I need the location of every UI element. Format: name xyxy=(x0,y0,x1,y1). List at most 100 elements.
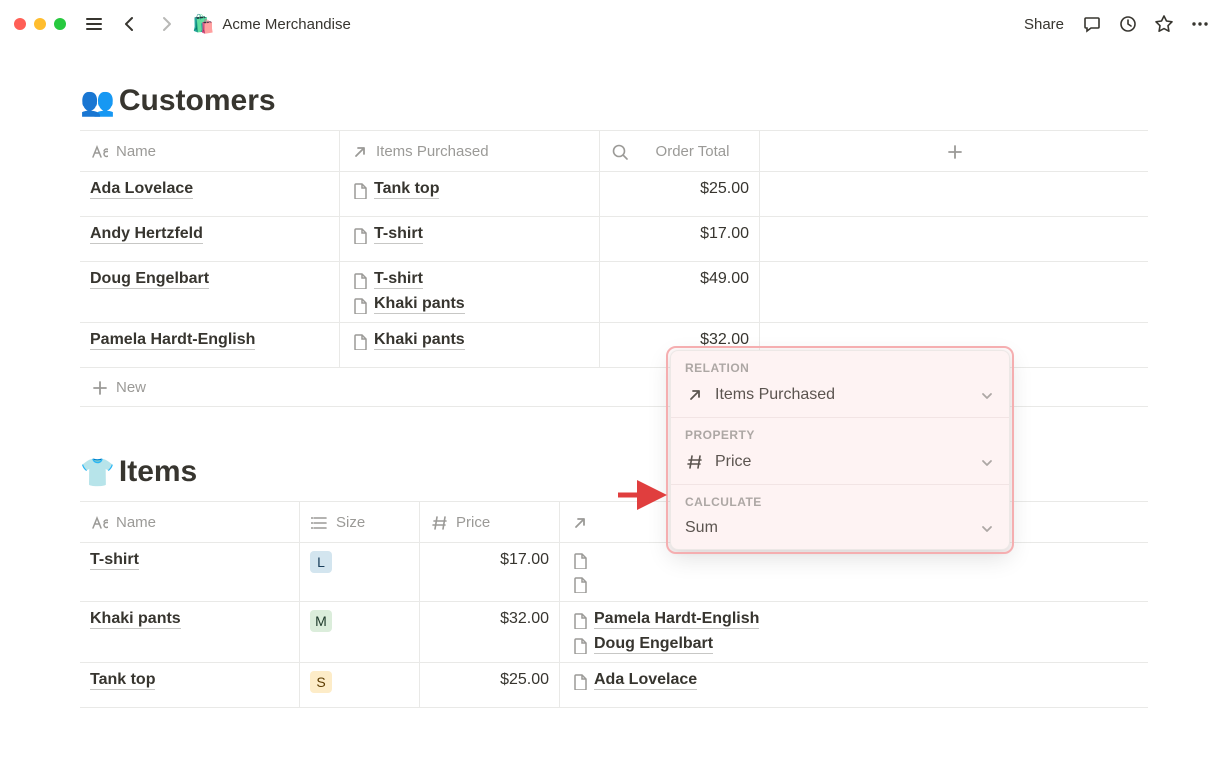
cell-items-purchased[interactable]: T-shirt Khaki pants xyxy=(340,262,600,322)
order-total-value: $25.00 xyxy=(700,180,749,198)
cell-buyers[interactable]: Ada Lovelace xyxy=(560,663,1148,707)
nav-forward-button[interactable] xyxy=(152,10,180,38)
cell-items-purchased[interactable]: T-shirt xyxy=(340,217,600,261)
plus-icon xyxy=(90,378,108,396)
callout-arrow-icon xyxy=(614,480,670,510)
table-row[interactable]: Ada Lovelace Tank top $25.00 xyxy=(80,172,1148,217)
customer-name: Pamela Hardt-English xyxy=(90,331,255,350)
col-header-order-total[interactable]: Order Total xyxy=(600,131,760,171)
table-row[interactable]: Doug Engelbart T-shirt Khaki pants $49.00 xyxy=(80,262,1148,323)
cell-name[interactable]: Andy Hertzfeld xyxy=(80,217,340,261)
order-total-value: $49.00 xyxy=(700,270,749,288)
relation-property-icon xyxy=(685,385,705,405)
sidebar-toggle-button[interactable] xyxy=(80,10,108,38)
cell-price[interactable]: $32.00 xyxy=(420,602,560,662)
page-icon xyxy=(350,271,368,289)
cell-name[interactable]: Pamela Hardt-English xyxy=(80,323,340,367)
items-title: Items xyxy=(119,455,197,489)
more-options-button[interactable] xyxy=(1186,10,1214,38)
page-reference[interactable]: Tank top xyxy=(350,180,439,199)
cell-name[interactable]: Ada Lovelace xyxy=(80,172,340,216)
cell-price[interactable]: $25.00 xyxy=(420,663,560,707)
cell-items-purchased[interactable]: Khaki pants xyxy=(340,323,600,367)
page-icon xyxy=(570,611,588,629)
maximize-window-button[interactable] xyxy=(54,18,66,30)
cell-name[interactable]: Tank top xyxy=(80,663,300,707)
number-property-icon xyxy=(685,452,705,472)
popover-property-label: PROPERTY xyxy=(685,428,995,442)
order-total-value: $17.00 xyxy=(700,225,749,243)
customers-icon: 👥 xyxy=(80,85,115,118)
cell-size[interactable]: M xyxy=(300,602,420,662)
items-icon: 👕 xyxy=(80,456,115,489)
cell-buyers[interactable]: Pamela Hardt-English Doug Engelbart xyxy=(560,602,1148,662)
col-header-items-purchased[interactable]: Items Purchased xyxy=(340,131,600,171)
page-reference[interactable] xyxy=(570,575,594,593)
page-reference[interactable] xyxy=(570,551,594,569)
item-name: Tank top xyxy=(90,671,155,690)
popover-calculate-select[interactable]: Sum xyxy=(685,515,995,541)
customer-name: Ada Lovelace xyxy=(90,180,193,199)
nav-back-button[interactable] xyxy=(116,10,144,38)
page-icon: 🛍️ xyxy=(192,14,214,35)
popover-relation-label: RELATION xyxy=(685,361,995,375)
col-header-name[interactable]: Name xyxy=(80,131,340,171)
order-total-value: $32.00 xyxy=(700,331,749,349)
size-tag: S xyxy=(310,671,332,693)
favorite-button[interactable] xyxy=(1150,10,1178,38)
customers-heading: 👥 Customers xyxy=(80,84,1148,118)
breadcrumb[interactable]: 🛍️ Acme Merchandise xyxy=(192,14,351,35)
page-reference[interactable]: Ada Lovelace xyxy=(570,671,697,690)
page-reference[interactable]: T-shirt xyxy=(350,270,465,289)
page-reference[interactable]: Khaki pants xyxy=(350,295,465,314)
cell-items-purchased[interactable]: Tank top xyxy=(340,172,600,216)
page-reference[interactable]: Doug Engelbart xyxy=(570,635,759,654)
close-window-button[interactable] xyxy=(14,18,26,30)
page-reference[interactable]: Khaki pants xyxy=(350,331,465,350)
col-header-price[interactable]: Price xyxy=(420,502,560,542)
customer-name: Doug Engelbart xyxy=(90,270,209,289)
cell-order-total[interactable]: $17.00 xyxy=(600,217,760,261)
chevron-down-icon xyxy=(977,453,995,471)
text-property-icon xyxy=(90,513,108,531)
col-header-size[interactable]: Size xyxy=(300,502,420,542)
table-row[interactable]: Tank top S $25.00 Ada Lovelace xyxy=(80,663,1148,708)
cell-order-total[interactable]: $25.00 xyxy=(600,172,760,216)
cell-empty xyxy=(760,217,1148,261)
page-icon xyxy=(570,551,588,569)
popover-calculate-label: CALCULATE xyxy=(685,495,995,509)
table-row[interactable]: T-shirt L$17.00 xyxy=(80,543,1148,602)
cell-order-total[interactable]: $49.00 xyxy=(600,262,760,322)
number-property-icon xyxy=(430,513,448,531)
cell-name[interactable]: Doug Engelbart xyxy=(80,262,340,322)
item-name: T-shirt xyxy=(90,551,139,570)
cell-name[interactable]: Khaki pants xyxy=(80,602,300,662)
popover-property-select[interactable]: Price xyxy=(685,448,995,476)
add-column-button[interactable] xyxy=(760,131,1148,171)
page-reference[interactable]: T-shirt xyxy=(350,225,423,244)
comments-button[interactable] xyxy=(1078,10,1106,38)
relation-property-icon xyxy=(350,142,368,160)
page-title: Acme Merchandise xyxy=(222,16,350,33)
select-property-icon xyxy=(310,513,328,531)
table-row[interactable]: Andy Hertzfeld T-shirt $17.00 xyxy=(80,217,1148,262)
popover-relation-select[interactable]: Items Purchased xyxy=(685,381,995,409)
cell-size[interactable]: L xyxy=(300,543,420,601)
page-icon xyxy=(570,575,588,593)
cell-buyers[interactable] xyxy=(560,543,1148,601)
updates-button[interactable] xyxy=(1114,10,1142,38)
cell-size[interactable]: S xyxy=(300,663,420,707)
size-tag: M xyxy=(310,610,332,632)
price-value: $25.00 xyxy=(500,671,549,689)
minimize-window-button[interactable] xyxy=(34,18,46,30)
page-icon xyxy=(570,672,588,690)
cell-name[interactable]: T-shirt xyxy=(80,543,300,601)
table-row[interactable]: Khaki pants M $32.00 Pamela Hardt-English Do… xyxy=(80,602,1148,663)
page-icon xyxy=(350,296,368,314)
chevron-down-icon xyxy=(977,386,995,404)
page-reference[interactable]: Pamela Hardt-English xyxy=(570,610,759,629)
price-value: $32.00 xyxy=(500,610,549,628)
col-header-name[interactable]: Name xyxy=(80,502,300,542)
cell-price[interactable]: $17.00 xyxy=(420,543,560,601)
share-button[interactable]: Share xyxy=(1018,12,1070,37)
